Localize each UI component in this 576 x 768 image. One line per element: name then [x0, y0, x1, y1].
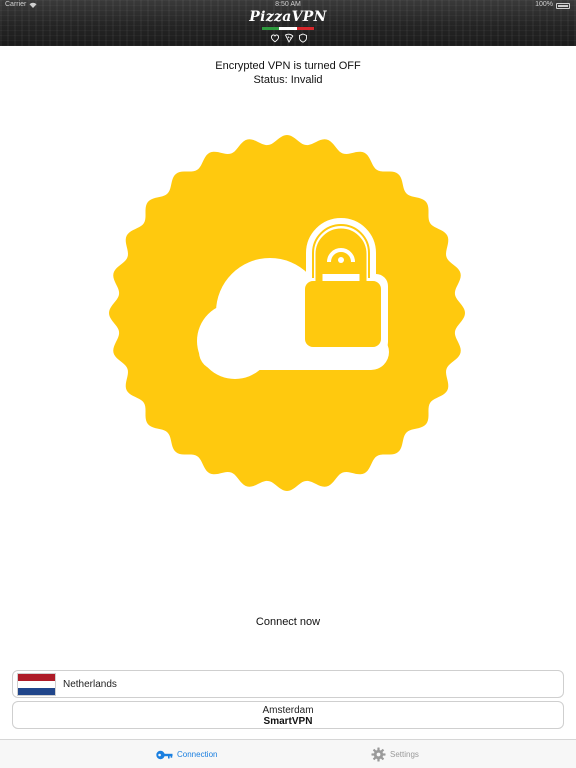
app-title: PizzaVPN — [249, 9, 327, 25]
stripe-green — [262, 27, 280, 30]
vpn-state-label: Encrypted VPN is turned OFF — [215, 60, 361, 72]
flag-stripe-blue — [18, 687, 55, 695]
tab-connection[interactable]: Connection — [156, 740, 217, 768]
flag-stripe-white — [18, 680, 55, 688]
tab-bar: Connection Settings — [0, 739, 576, 768]
italian-flag-stripe — [262, 27, 314, 30]
heart-icon — [270, 34, 280, 43]
flag-stripe-red — [18, 673, 55, 681]
key-icon — [156, 750, 173, 759]
stripe-white — [279, 27, 297, 30]
tab-settings-label: Settings — [390, 750, 419, 759]
tab-connection-label: Connection — [177, 750, 218, 759]
netherlands-flag-icon — [17, 672, 56, 696]
tab-settings[interactable]: Settings — [371, 740, 419, 768]
connect-now-button[interactable]: Connect now — [0, 616, 576, 628]
vpn-status-text: Encrypted VPN is turned OFF Status: Inva… — [0, 59, 576, 87]
connect-seal-button[interactable] — [103, 129, 471, 497]
country-name: Netherlands — [63, 678, 117, 690]
shield-icon — [299, 33, 307, 43]
app-header: Carrier 8:50 AM 100% PizzaVPN — [0, 0, 576, 46]
server-city: Amsterdam — [262, 705, 314, 716]
gear-icon — [371, 747, 386, 762]
server-provider: SmartVPN — [263, 716, 313, 727]
seal-graphic[interactable] — [103, 129, 471, 497]
header-icons — [270, 33, 308, 43]
country-selector[interactable]: Netherlands — [12, 670, 564, 698]
server-selector[interactable]: Amsterdam SmartVPN — [12, 701, 564, 729]
app-screen: Carrier 8:50 AM 100% PizzaVPN Encrypted … — [0, 0, 576, 768]
pizza-slice-icon — [284, 33, 294, 43]
stripe-red — [296, 27, 314, 30]
vpn-status-label: Status: Invalid — [253, 74, 323, 86]
